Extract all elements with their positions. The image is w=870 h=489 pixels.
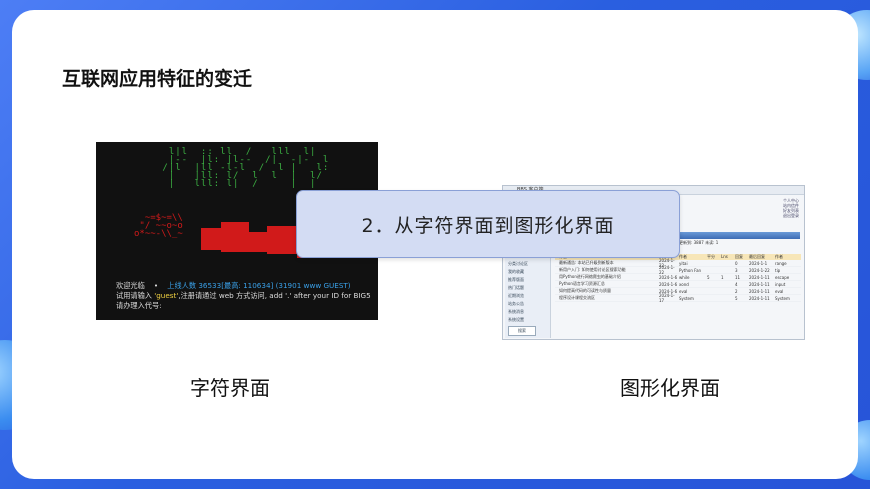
table-cell: Python语言学习资源汇总 — [559, 281, 605, 286]
caption-graphical-interface: 图形化界面 — [620, 376, 720, 400]
table-cell: Python Fan — [679, 267, 702, 273]
table-cell: 程序设计课程交流区 — [559, 295, 595, 300]
table-cell: 2024-1-11 — [749, 274, 770, 280]
table-cell: 新用户入门: 如何使用讨论区搜索功能 — [559, 267, 626, 272]
column-header[interactable]: 作者 — [679, 254, 707, 260]
user-links: 个人中心 站内信件 好友列表 退出登录 — [783, 198, 799, 218]
table-cell: yitai — [679, 260, 688, 266]
table-row[interactable]: 新用户入门: 如何使用讨论区搜索功能 2024-1-22 Python Fan 3 20… — [555, 265, 801, 275]
sidebar-item[interactable]: 站务公告 — [505, 300, 550, 308]
sidebar: 全部讨论区 分类讨论区 我的收藏 推荐版面 热门话题 近期浏览 站务公告 系统消… — [505, 252, 551, 338]
table-cell: xond — [679, 281, 689, 287]
callout-text: 2．从字符界面到图形化界面 — [361, 214, 615, 237]
table-cell: input — [775, 281, 786, 287]
sidebar-item[interactable]: 推荐版面 — [505, 276, 550, 284]
table-cell: while — [679, 274, 690, 280]
table-cell: 2024-1-11 — [749, 288, 770, 294]
search-button[interactable]: 搜索 — [508, 326, 536, 336]
table-cell: 2024-1-17 — [659, 293, 675, 303]
table-cell: 3 — [735, 267, 738, 273]
ascii-art-dragon: ~=$~=\\ "/ ~~o~o o*~~-\\_~ — [134, 213, 183, 239]
sidebar-item[interactable]: 近期浏览 — [505, 292, 550, 300]
sidebar-item[interactable]: 系统消息 — [505, 308, 550, 316]
column-header[interactable]: 回复 — [735, 254, 749, 260]
column-header[interactable]: 最后回复 — [749, 254, 775, 260]
terminal-line: 欢迎光临 • 上线人数 36533[最高: 110634] (31901 www… — [116, 281, 351, 290]
table-cell: 2024-1-11 — [749, 295, 770, 301]
table-cell: 5 — [735, 295, 738, 301]
table-cell: 用Python进行网络爬虫的基础介绍 — [559, 274, 621, 279]
ascii-art-block — [221, 222, 249, 252]
table-cell: 2 — [735, 288, 738, 294]
column-header[interactable]: 平分 — [707, 254, 721, 260]
ascii-art-logo: l|l :: ll / lll l| |-- |l: |l-- /| -|- l… — [162, 147, 330, 189]
table-cell: 1 — [721, 274, 724, 280]
ascii-art-block — [249, 232, 267, 252]
table-cell: 2024-1-6 — [659, 281, 678, 287]
table-cell: 2024-1-22 — [749, 267, 770, 273]
table-cell: 2024-1-1 — [749, 260, 768, 266]
table-cell: 2024-1-6 — [659, 274, 678, 280]
table-cell: 4 — [735, 281, 738, 287]
sidebar-item[interactable]: 系统设置 — [505, 316, 550, 324]
section-header-bar — [674, 232, 800, 239]
sidebar-item[interactable]: 分类讨论区 — [505, 260, 550, 268]
table-cell: escape — [775, 274, 790, 280]
table-cell: 2024-1-11 — [749, 281, 770, 287]
table-cell: System — [775, 295, 790, 301]
table-row[interactable]: Python语言学习资源汇总 2024-1-6 xond 4 2024-1-11 inpu… — [555, 281, 801, 288]
table-cell: System — [679, 295, 694, 301]
topic-table: 标题 作者 平分 Lns 回复 最后回复 作者 最新通告: 本站已升级到新版本2… — [555, 254, 801, 303]
table-row[interactable]: 用Python进行网络爬虫的基础介绍 2024-1-6 while 5 1 11 2024-… — [555, 274, 801, 281]
ascii-art-block — [267, 226, 297, 254]
table-cell: 11 — [735, 274, 741, 280]
page-title: 互联网应用特征的变迁 — [62, 68, 253, 90]
table-cell: tip — [775, 267, 781, 273]
table-cell: 2024-1-22 — [659, 265, 675, 275]
table-cell: 0 — [735, 260, 738, 266]
terminal-line: 试用请输入 'guest',注册请通过 web 方式访问, add '.' af… — [116, 291, 371, 300]
sidebar-item[interactable]: 热门话题 — [505, 284, 550, 292]
column-header[interactable]: 作者 — [775, 254, 801, 260]
table-cell: 5 — [707, 274, 710, 280]
table-row[interactable]: 程序设计课程交流区 2024-1-17 System 5 2024-1-11 System — [555, 293, 801, 303]
ascii-art-block — [201, 228, 221, 250]
column-header[interactable]: Lns — [721, 254, 735, 260]
table-cell: 最新通告: 本站已升级到新版本 — [559, 260, 614, 265]
table-cell: eval — [775, 288, 784, 294]
table-cell: eval — [679, 288, 688, 294]
terminal-prompt[interactable]: 请办理入代号: — [116, 301, 162, 311]
sidebar-item[interactable]: 我的收藏 — [505, 268, 550, 276]
table-cell: 如何提高代码的可读性与质量 — [559, 288, 611, 293]
user-link[interactable]: 退出登录 — [783, 213, 799, 218]
table-cell: range — [775, 260, 787, 266]
pager-toolbar: 更新到: 3887 未读: 1 — [679, 240, 719, 245]
callout-box: 2．从字符界面到图形化界面 — [296, 190, 680, 258]
caption-character-interface: 字符界面 — [190, 376, 270, 400]
